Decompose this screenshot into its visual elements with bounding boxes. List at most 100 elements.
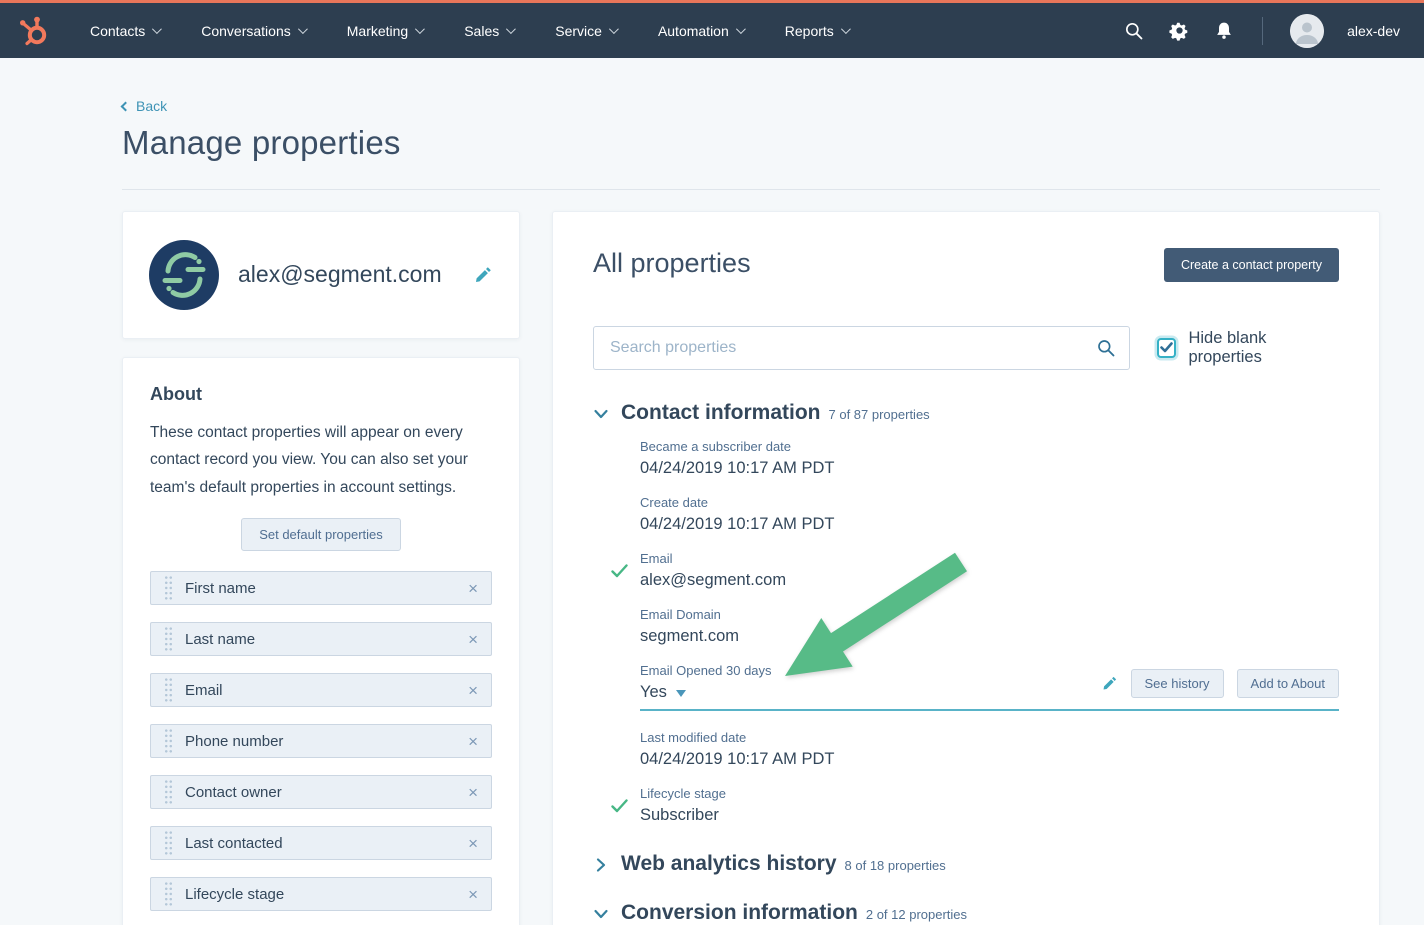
set-default-properties-button[interactable]: Set default properties xyxy=(241,518,401,551)
nav-item-label: Sales xyxy=(464,23,499,39)
contact-profile-card: alex@segment.com xyxy=(122,211,520,339)
top-navigation: Contacts Conversations Marketing Sales S… xyxy=(0,0,1424,58)
chevron-left-icon xyxy=(121,101,131,111)
property-label: Email xyxy=(640,551,1339,566)
remove-property-icon[interactable]: × xyxy=(468,886,478,903)
notifications-bell-icon[interactable] xyxy=(1213,20,1235,42)
list-item-phone-number[interactable]: Phone number × xyxy=(150,724,492,758)
hide-blank-properties-label: Hide blank properties xyxy=(1188,329,1339,367)
property-value: 04/24/2019 10:17 AM PDT xyxy=(640,459,1339,478)
drag-handle-icon[interactable] xyxy=(164,830,172,856)
section-title: Web analytics history xyxy=(621,851,837,876)
all-properties-card: All properties Create a contact property… xyxy=(552,211,1380,925)
remove-property-icon[interactable]: × xyxy=(468,631,478,648)
nav-item-contacts[interactable]: Contacts xyxy=(90,23,159,39)
settings-gear-icon[interactable] xyxy=(1168,20,1190,42)
drag-handle-icon[interactable] xyxy=(164,626,172,652)
list-item-contact-owner[interactable]: Contact owner × xyxy=(150,775,492,809)
nav-item-label: Marketing xyxy=(347,23,408,39)
nav-item-service[interactable]: Service xyxy=(555,23,616,39)
username-label[interactable]: alex-dev xyxy=(1347,23,1400,39)
drag-handle-icon[interactable] xyxy=(164,728,172,754)
chevron-down-icon xyxy=(736,24,746,34)
user-avatar[interactable] xyxy=(1290,14,1324,48)
dropdown-caret-icon xyxy=(676,690,686,697)
about-card: About These contact properties will appe… xyxy=(122,357,520,925)
left-column: alex@segment.com About These contact pro… xyxy=(122,211,520,925)
list-item-lifecycle-stage[interactable]: Lifecycle stage × xyxy=(150,877,492,911)
edit-pencil-icon[interactable] xyxy=(1101,675,1118,692)
drag-handle-icon[interactable] xyxy=(164,677,172,703)
property-value: segment.com xyxy=(640,627,1339,646)
about-description: These contact properties will appear on … xyxy=(150,419,492,502)
chevron-down-icon xyxy=(593,906,609,922)
list-item-first-name[interactable]: First name × xyxy=(150,571,492,605)
chip-label: Email xyxy=(185,682,223,699)
property-label: Create date xyxy=(640,495,1339,510)
edit-contact-pencil-icon[interactable] xyxy=(473,265,493,285)
property-create-date: Create date 04/24/2019 10:17 AM PDT xyxy=(640,495,1339,534)
property-label: Email Domain xyxy=(640,607,1339,622)
create-contact-property-button[interactable]: Create a contact property xyxy=(1164,248,1339,282)
back-link[interactable]: Back xyxy=(122,98,167,114)
search-properties-input[interactable] xyxy=(593,326,1130,370)
check-icon xyxy=(611,564,628,578)
section-header-conversion-information[interactable]: Conversion information 2 of 12 propertie… xyxy=(593,900,1339,925)
chip-label: Contact owner xyxy=(185,784,282,801)
contact-information-properties: Became a subscriber date 04/24/2019 10:1… xyxy=(640,439,1339,825)
nav-item-reports[interactable]: Reports xyxy=(785,23,848,39)
list-item-email[interactable]: Email × xyxy=(150,673,492,707)
section-header-web-analytics-history[interactable]: Web analytics history 8 of 18 properties xyxy=(593,851,1339,876)
all-properties-title: All properties xyxy=(593,248,751,279)
property-value: 04/24/2019 10:17 AM PDT xyxy=(640,750,1339,769)
chevron-down-icon xyxy=(152,24,162,34)
nav-item-label: Automation xyxy=(658,23,729,39)
section-title: Contact information xyxy=(621,400,821,425)
chip-label: Lifecycle stage xyxy=(185,886,284,903)
search-icon[interactable] xyxy=(1123,20,1145,42)
drag-handle-icon[interactable] xyxy=(164,575,172,601)
contact-email-title: alex@segment.com xyxy=(238,261,442,288)
property-last-modified-date: Last modified date 04/24/2019 10:17 AM P… xyxy=(640,730,1339,769)
add-to-about-button[interactable]: Add to About xyxy=(1237,669,1339,698)
property-value: 04/24/2019 10:17 AM PDT xyxy=(640,515,1339,534)
property-value: Subscriber xyxy=(640,806,1339,825)
see-history-button[interactable]: See history xyxy=(1131,669,1224,698)
chip-label: Phone number xyxy=(185,733,283,750)
nav-utilities: alex-dev xyxy=(1123,14,1400,48)
checkbox-checked-icon[interactable] xyxy=(1157,338,1176,358)
chip-label: Last name xyxy=(185,631,255,648)
remove-property-icon[interactable]: × xyxy=(468,733,478,750)
segment-logo-avatar xyxy=(149,240,219,310)
chip-label: Last contacted xyxy=(185,835,283,852)
property-email-domain: Email Domain segment.com xyxy=(640,607,1339,646)
remove-property-icon[interactable]: × xyxy=(468,682,478,699)
nav-item-sales[interactable]: Sales xyxy=(464,23,513,39)
section-header-contact-information[interactable]: Contact information 7 of 87 properties xyxy=(593,400,1339,425)
chevron-right-icon xyxy=(593,857,609,873)
property-became-subscriber-date: Became a subscriber date 04/24/2019 10:1… xyxy=(640,439,1339,478)
list-item-last-contacted[interactable]: Last contacted × xyxy=(150,826,492,860)
property-value: alex@segment.com xyxy=(640,571,1339,590)
page-title: Manage properties xyxy=(122,124,1380,162)
remove-property-icon[interactable]: × xyxy=(468,784,478,801)
drag-handle-icon[interactable] xyxy=(164,779,172,805)
hide-blank-properties-toggle[interactable]: Hide blank properties xyxy=(1157,329,1339,367)
section-title: Conversion information xyxy=(621,900,858,925)
hubspot-logo-icon[interactable] xyxy=(16,14,50,48)
section-count: 7 of 87 properties xyxy=(829,407,930,422)
back-label: Back xyxy=(136,98,167,114)
remove-property-icon[interactable]: × xyxy=(468,580,478,597)
nav-item-label: Reports xyxy=(785,23,834,39)
nav-item-conversations[interactable]: Conversations xyxy=(201,23,305,39)
nav-item-marketing[interactable]: Marketing xyxy=(347,23,422,39)
chevron-down-icon xyxy=(609,24,619,34)
chevron-down-icon xyxy=(506,24,516,34)
search-icon[interactable] xyxy=(1096,338,1116,358)
search-properties-box xyxy=(593,326,1130,370)
check-icon xyxy=(611,799,628,813)
drag-handle-icon[interactable] xyxy=(164,881,172,907)
nav-item-automation[interactable]: Automation xyxy=(658,23,743,39)
list-item-last-name[interactable]: Last name × xyxy=(150,622,492,656)
remove-property-icon[interactable]: × xyxy=(468,835,478,852)
